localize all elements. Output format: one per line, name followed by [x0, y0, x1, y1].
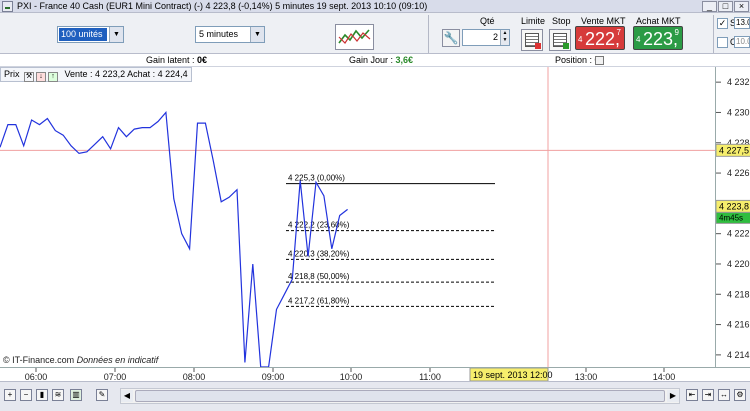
toolbar: 100 unités ▼ 5 minutes ▼ Qté Limite Stop… [0, 13, 750, 54]
wrench-icon[interactable]: ⚒ [24, 72, 35, 82]
red-marker-icon [535, 43, 541, 49]
y-tick-label: 4 222 [727, 229, 750, 239]
position-label: Position : [555, 55, 595, 65]
bottom-toolbar: + − ▮ ≋ ▥ ✎ ◀ ▶ ⇤ ⇥ ↔ ⚙ [0, 381, 750, 411]
scroll-right-icon[interactable]: ▶ [667, 390, 679, 402]
spinner-arrows-icon[interactable]: ▲ ▼ [500, 30, 509, 45]
toolbar-separator [428, 15, 429, 53]
candles-icon[interactable]: ▮ [36, 389, 48, 401]
y-axis-svg: 4 2144 2164 2184 2204 2224 2244 2264 228… [715, 77, 750, 360]
account-info-bar: Gain latent : 0€ Gain Jour : 3,6€ Positi… [0, 54, 750, 67]
zoom-in-icon[interactable]: + [4, 389, 16, 401]
gain-jour-value: 3,6€ [395, 55, 414, 65]
toolbar-separator [713, 15, 714, 53]
x-axis-svg: 06:00 07:00 08:00 09:00 10:00 11:00 13:00 14:00… [25, 367, 675, 382]
cursor-time-label: 19 sept. 2013 12:00 [473, 370, 553, 380]
sell-price-prefix: 4 [578, 35, 583, 44]
y-tick-label: 4 230 [727, 107, 750, 117]
gain-jour-label: Gain Jour : [349, 55, 396, 65]
sell-price-decimal: 7 [616, 28, 621, 37]
limit-order-button[interactable] [521, 29, 543, 51]
close-button[interactable]: × [734, 1, 749, 12]
buy-price-decimal: 9 [674, 28, 679, 37]
units-select-value: 100 unités [59, 28, 107, 41]
gain-latent-value: 0€ [197, 55, 208, 65]
x-axis: 06:00 07:00 08:00 09:00 10:00 11:00 13:00 14:00… [0, 367, 750, 382]
green-marker-icon [563, 43, 569, 49]
quantity-stepper[interactable]: 2 ▲ ▼ [462, 29, 510, 46]
disclaimer-text: Données en indicatif [76, 355, 159, 365]
fit-icon[interactable]: ↔ [718, 389, 730, 401]
quantity-value: 2 [492, 32, 498, 42]
buy-market-button[interactable]: 4 223, 9 [633, 26, 683, 50]
sell-market-button[interactable]: 4 222, 7 [575, 26, 625, 50]
y-tick-label: 4 216 [727, 320, 750, 330]
qty-label: Qté [480, 16, 495, 26]
fibonacci-level-label: 4 217,2 (61,80%) [288, 296, 350, 305]
gain-latent: Gain latent : 0€ [146, 55, 207, 65]
y-axis: 4 2144 2164 2184 2204 2224 2244 2264 228… [715, 67, 750, 367]
scroll-last-icon[interactable]: ⇥ [702, 389, 714, 401]
o-checkbox[interactable] [717, 37, 728, 48]
last-price-label: 4 223,8 [719, 201, 749, 211]
fibonacci-level-label: 4 220,3 (38,20%) [288, 249, 350, 258]
chevron-down-icon[interactable]: ▼ [250, 27, 264, 42]
cursor-price-label: 4 227,5 [719, 145, 749, 155]
window-title: PXI - France 40 Cash (EUR1 Mini Contract… [17, 1, 428, 11]
buy-label: Achat MKT [636, 16, 681, 26]
y-tick-label: 4 226 [727, 168, 750, 178]
units-select[interactable]: 100 unités ▼ [57, 26, 124, 43]
countdown-label: 4m45s [719, 213, 743, 222]
minimize-button[interactable]: _ [702, 1, 717, 12]
position: Position : 0 [555, 55, 600, 65]
sell-arrow-icon[interactable]: ↓ [36, 72, 47, 82]
position-toggle-icon[interactable] [595, 56, 604, 65]
sell-price: 222, [585, 29, 621, 49]
y-tick-label: 4 232 [727, 77, 750, 87]
settings-icon[interactable]: ⚙ [734, 389, 746, 401]
line-chart-icon [338, 29, 371, 44]
buy-price: 223, [643, 29, 679, 49]
horizontal-scrollbar[interactable]: ◀ ▶ [120, 388, 680, 404]
limit-label: Limite [521, 16, 546, 26]
prix-label: Prix [4, 69, 20, 79]
zoom-out-icon[interactable]: − [20, 389, 32, 401]
copyright-text: © IT-Finance.com [3, 355, 77, 365]
gain-latent-label: Gain latent : [146, 55, 198, 65]
chevron-down-icon[interactable]: ▼ [109, 27, 123, 42]
price-chart[interactable]: 4 225,3 (0,00%) 4 222,2 (23,60%) 4 220,3 (… [0, 67, 715, 368]
sell-label: Vente MKT [581, 16, 626, 26]
fibonacci-level-label: 4 225,3 (0,00%) [288, 174, 345, 183]
stop-order-button[interactable] [549, 29, 571, 51]
drawing-tool-icon[interactable]: ✎ [96, 389, 108, 401]
y-tick-label: 4 220 [727, 259, 750, 269]
s-checkbox[interactable]: ✓ [717, 18, 728, 29]
bars-icon[interactable]: ▥ [70, 389, 82, 401]
buy-price-prefix: 4 [636, 35, 641, 44]
copyright-notice: © IT-Finance.com Données en indicatif [3, 355, 158, 365]
buy-arrow-icon[interactable]: ↑ [48, 72, 59, 82]
window-titlebar: PXI - France 40 Cash (EUR1 Mini Contract… [0, 0, 750, 13]
chart-type-button[interactable] [335, 24, 374, 50]
gain-jour: Gain Jour : 3,6€ [349, 55, 413, 65]
maximize-button[interactable]: □ [718, 1, 733, 12]
scrollbar-thumb[interactable] [135, 390, 665, 402]
price-toolbar: Prix ⚒ ↓ ↑ Vente : 4 223,2 Achat : 4 224,4 [0, 67, 192, 82]
bid-ask-quote: Vente : 4 223,2 Achat : 4 224,4 [64, 69, 188, 79]
app-icon [2, 1, 13, 12]
scroll-left-icon[interactable]: ◀ [121, 390, 133, 402]
fibonacci-level-label: 4 218,8 (50,00%) [288, 272, 350, 281]
scroll-first-icon[interactable]: ⇤ [686, 389, 698, 401]
wrench-icon[interactable]: 🔧 [442, 29, 460, 47]
price-chart-svg: 4 225,3 (0,00%)4 222,2 (23,60%)4 220,3 (… [0, 67, 715, 368]
y-tick-label: 4 218 [727, 289, 750, 299]
period-select[interactable]: 5 minutes ▼ [195, 26, 265, 43]
indicator-icon[interactable]: ≋ [52, 389, 64, 401]
y-tick-label: 4 214 [727, 350, 750, 360]
o-value-input[interactable]: 10.0 [734, 36, 750, 48]
s-value-input[interactable]: 13.0 [734, 17, 750, 29]
stop-label: Stop [552, 16, 571, 26]
